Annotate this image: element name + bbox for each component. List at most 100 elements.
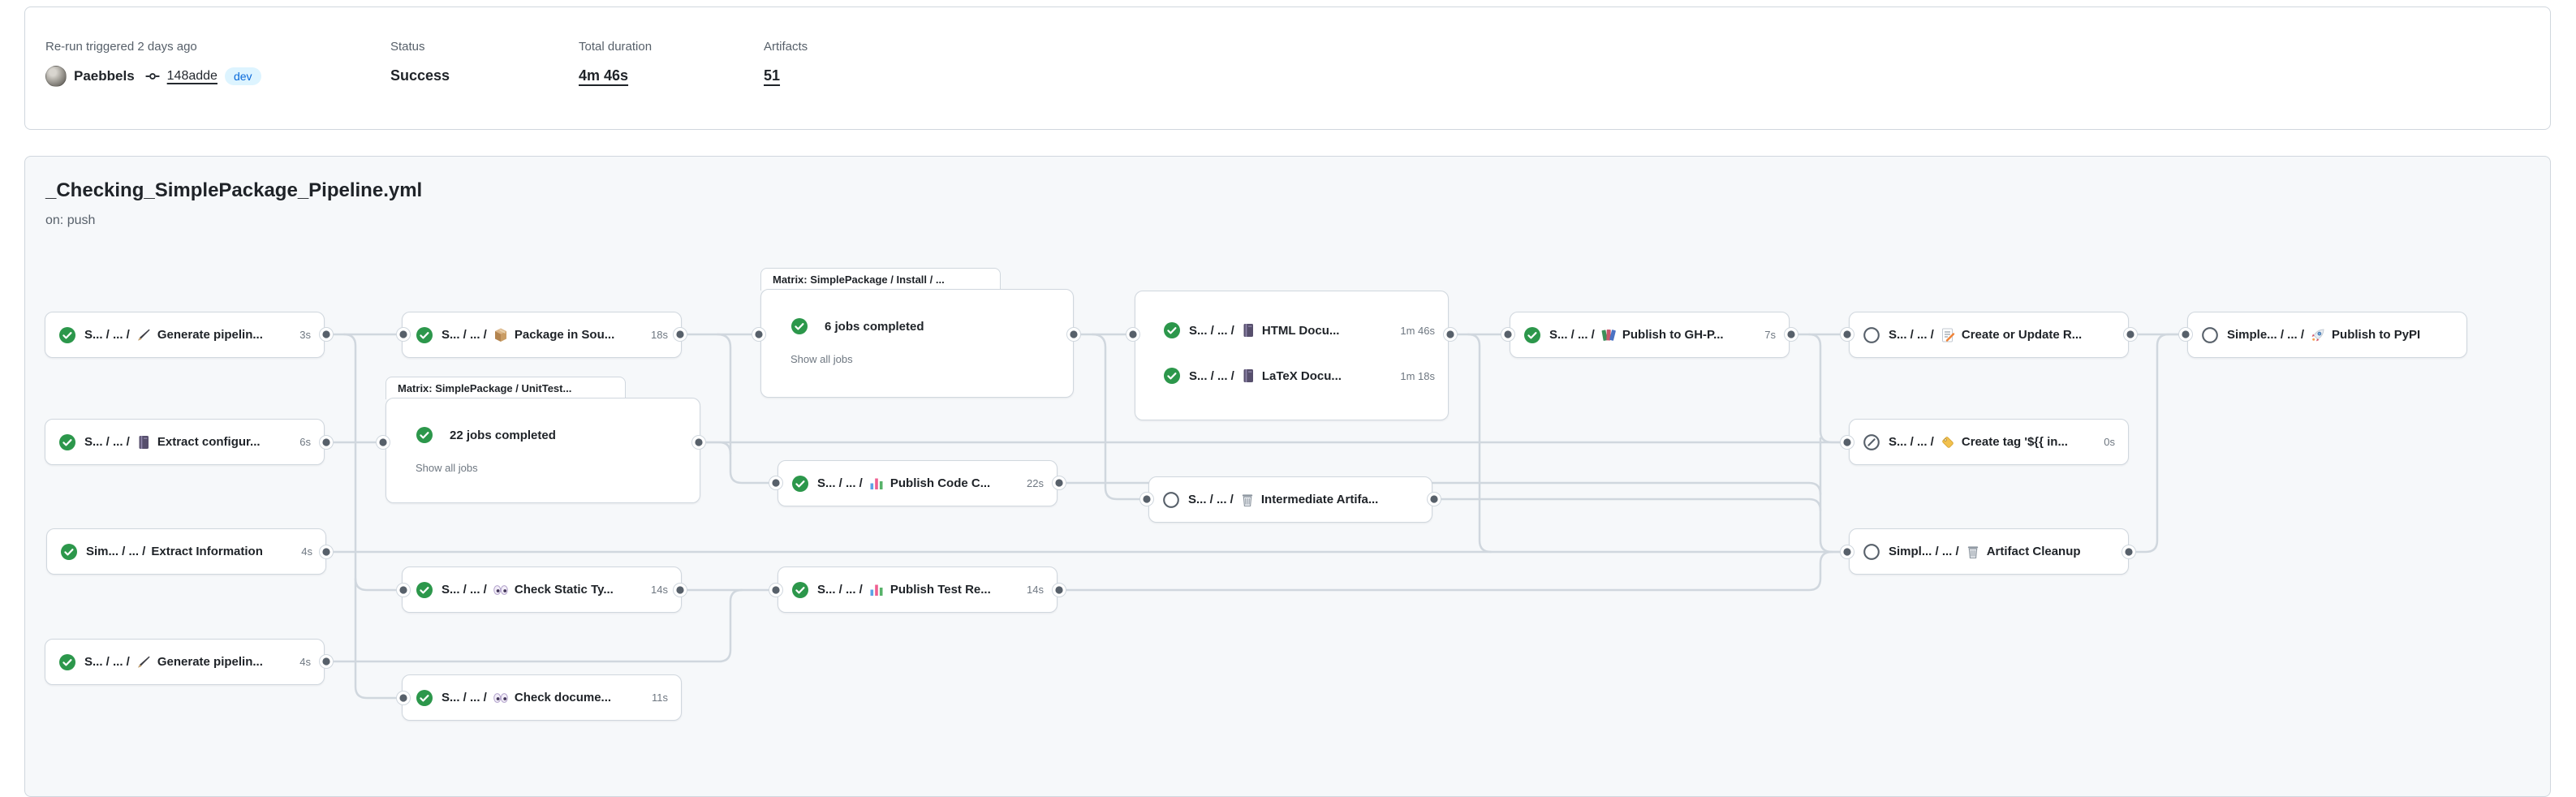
job-label: S... / ... / Generate pipelin... — [84, 327, 263, 343]
notebook-icon — [1240, 322, 1256, 338]
job-node-artifact-cleanup[interactable]: Simpl... / ... / Artifact Cleanup — [1849, 528, 2129, 575]
workflow-graph: S... / ... /Generate pipelin...3sS... / … — [0, 0, 2576, 743]
status-success-icon — [416, 581, 433, 599]
job-node-check-documentation[interactable]: S... / ... /Check docume... 11s — [402, 674, 682, 721]
job-node-create-tag[interactable]: S... / ... / Create tag '${{ in... 0s — [1849, 419, 2129, 465]
job-title: HTML Docu... — [1262, 324, 1340, 338]
job-title: Create or Update R... — [1962, 328, 2082, 342]
matrix-card-matrix-install[interactable]: 6 jobs completed Show all jobs — [760, 289, 1074, 398]
status-success-icon — [416, 689, 433, 707]
job-title: Publish Test Re... — [890, 583, 991, 597]
job-path-prefix: S... / ... / — [1889, 328, 1934, 342]
status-success-icon — [416, 426, 433, 444]
job-path-prefix: S... / ... / — [84, 435, 130, 449]
job-node-check-static-typing[interactable]: S... / ... /Check Static Ty... 14s — [402, 567, 682, 613]
job-path-prefix: S... / ... / — [1189, 324, 1234, 338]
status-success-icon — [58, 326, 76, 344]
job-duration: 3s — [291, 329, 311, 341]
job-label: S... / ... / Create or Update R... — [1889, 327, 2082, 343]
job-duration: 11s — [644, 691, 668, 704]
job-label: S... / ... /Extract configur... — [84, 434, 261, 450]
job-duration: 6s — [291, 436, 311, 448]
job-path-prefix: S... / ... / — [84, 328, 130, 342]
job-path-prefix: S... / ... / — [817, 583, 863, 597]
job-path-prefix: S... / ... / — [817, 476, 863, 490]
job-label: S... / ... / Publish to GH-P... — [1549, 327, 1724, 343]
status-success-icon — [1163, 321, 1181, 339]
job-path-prefix: S... / ... / — [84, 655, 130, 669]
job-duration: 22s — [1019, 477, 1044, 489]
job-node-generate-pipeline-params-2[interactable]: S... / ... /Generate pipelin...4s — [45, 639, 325, 685]
matrix-tab-matrix-install: Matrix: SimplePackage / Install / ... — [760, 268, 1001, 291]
job-duration: 14s — [643, 584, 668, 596]
job-path-prefix: S... / ... / — [1189, 369, 1234, 383]
job-node-extract-configurations[interactable]: S... / ... /Extract configur... 6s — [45, 419, 325, 465]
job-title: Generate pipelin... — [157, 655, 263, 669]
job-node-package-in-source[interactable]: S... / ... /Package in Sou...18s — [402, 312, 682, 358]
job-label: S... / ... /LaTeX Docu... — [1189, 368, 1342, 384]
status-success-icon — [790, 317, 808, 335]
job-title: Publish to PyPI — [2332, 328, 2420, 342]
job-path-prefix: S... / ... / — [1889, 435, 1934, 449]
matrix-card-matrix-unittest[interactable]: 22 jobs completed Show all jobs — [386, 398, 700, 503]
status-success-icon — [791, 475, 809, 493]
job-node-publish-test-results[interactable]: S... / ... /Publish Test Re...14s — [778, 567, 1058, 613]
job-duration: 1m 18s — [1392, 370, 1435, 382]
memo-icon — [1940, 327, 1956, 343]
job-path-prefix: Sim... / ... / — [86, 545, 145, 558]
job-duration: 4s — [293, 545, 312, 558]
package-icon — [493, 327, 509, 343]
job-label: S... / ... / Generate pipelin... — [84, 654, 263, 670]
matrix-jobs-completed: 6 jobs completed — [825, 320, 924, 334]
job-node-generate-pipeline-params-1[interactable]: S... / ... / Generate pipelin... 3s — [45, 312, 325, 358]
job-path-prefix: Simple... / ... / — [2227, 328, 2304, 342]
matrix-jobs-completed: 22 jobs completed — [450, 429, 556, 442]
eyes-icon — [493, 690, 509, 706]
job-title: Artifact Cleanup — [1987, 545, 2081, 558]
job-node-latex-documentation[interactable]: S... / ... /LaTeX Docu... 1m 18s — [1163, 358, 1435, 394]
job-title: Publish Code C... — [890, 476, 990, 490]
notebook-icon — [136, 434, 152, 450]
job-node-publish-to-pypi[interactable]: Simple... / ... / Publish to PyPI — [2187, 312, 2467, 358]
show-all-jobs-link[interactable]: Show all jobs — [790, 353, 853, 365]
job-title: Generate pipelin... — [157, 328, 263, 342]
job-title: Extract Information — [151, 545, 263, 558]
job-duration: 0s — [2096, 436, 2115, 448]
trash-icon — [1239, 492, 1256, 508]
tag-icon — [1940, 434, 1956, 450]
job-node-create-or-update-release[interactable]: S... / ... / Create or Update R... — [1849, 312, 2129, 358]
job-duration: 1m 46s — [1392, 325, 1435, 337]
job-label: S... / ... / Create tag '${{ in... — [1889, 434, 2068, 450]
job-label: Simple... / ... / Publish to PyPI — [2227, 327, 2420, 343]
status-neutral-icon — [1863, 326, 1880, 344]
status-success-icon — [58, 653, 76, 671]
job-path-prefix: Simpl... / ... / — [1889, 545, 1959, 558]
job-label: S... / ... / Package in Sou... — [442, 327, 614, 343]
show-all-jobs-link[interactable]: Show all jobs — [416, 462, 478, 474]
job-title: Package in Sou... — [515, 328, 614, 342]
status-success-icon — [416, 326, 433, 344]
status-success-icon — [1163, 367, 1181, 385]
job-node-extract-information[interactable]: Sim... / ... / Extract Information 4s — [46, 528, 326, 575]
job-node-publish-code-coverage[interactable]: S... / ... / Publish Code C... 22s — [778, 460, 1058, 506]
job-node-publish-to-gh-pages[interactable]: S... / ... /Publish to GH-P...7s — [1510, 312, 1790, 358]
job-path-prefix: S... / ... / — [1188, 493, 1234, 506]
eyes-icon — [493, 582, 509, 598]
job-label: Sim... / ... / Extract Information — [86, 545, 263, 558]
job-node-intermediate-artifacts[interactable]: S... / ... /Intermediate Artifa... — [1148, 476, 1432, 523]
job-path-prefix: S... / ... / — [442, 328, 487, 342]
job-title: Check docume... — [515, 691, 611, 704]
job-title: Create tag '${{ in... — [1962, 435, 2068, 449]
rocket-icon — [2310, 327, 2326, 343]
pencil-icon — [136, 327, 152, 343]
job-node-html-documentation[interactable]: S... / ... / HTML Docu... 1m 46s — [1163, 312, 1435, 348]
job-path-prefix: S... / ... / — [1549, 328, 1595, 342]
job-path-prefix: S... / ... / — [442, 583, 487, 597]
status-neutral-icon — [1162, 491, 1180, 509]
job-label: S... / ... / HTML Docu... — [1189, 322, 1339, 338]
job-label: S... / ... /Check docume... — [442, 690, 611, 706]
status-neutral-icon — [1863, 543, 1880, 561]
job-label: S... / ... /Check Static Ty... — [442, 582, 614, 598]
status-neutral-icon — [2201, 326, 2219, 344]
job-title: Publish to GH-P... — [1622, 328, 1724, 342]
